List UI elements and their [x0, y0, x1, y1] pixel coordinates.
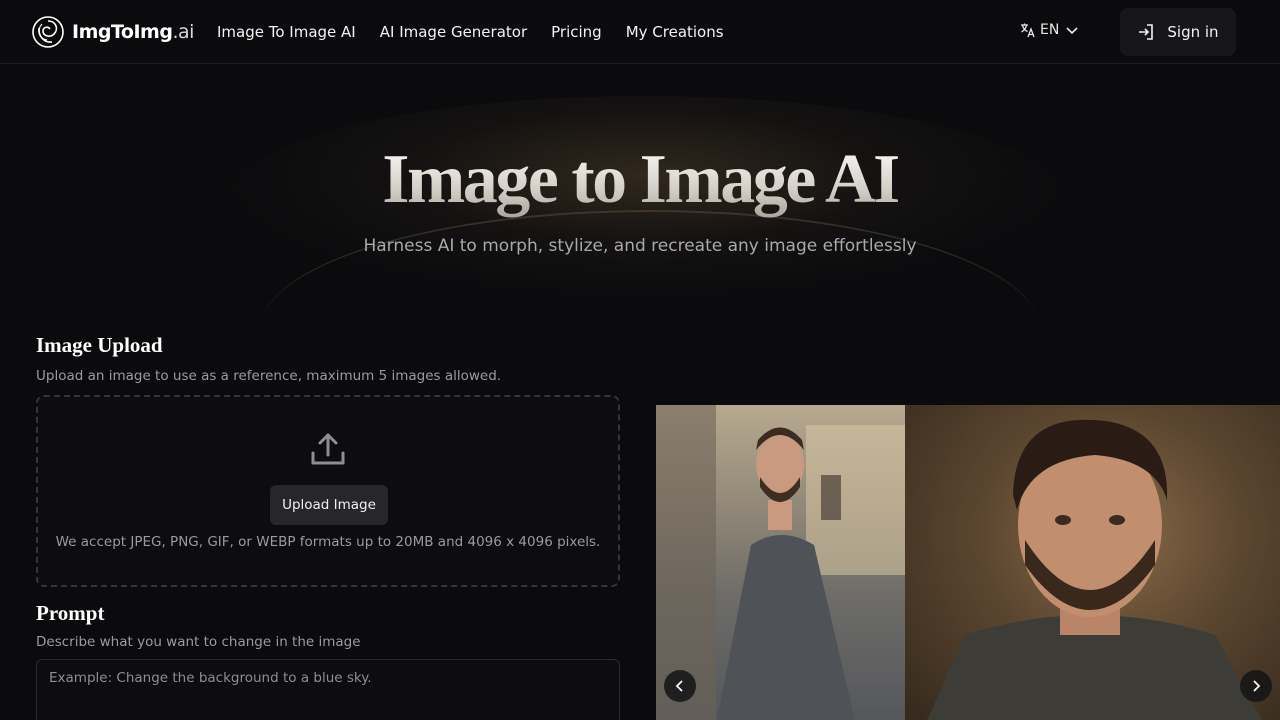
carousel-next-button[interactable] [1240, 670, 1272, 702]
language-selector[interactable]: EN [1020, 22, 1083, 38]
upload-icon [311, 433, 345, 465]
nav-pricing[interactable]: Pricing [551, 23, 602, 41]
sign-in-label: Sign in [1167, 23, 1219, 41]
chevron-left-icon [675, 680, 683, 692]
prompt-input[interactable] [36, 659, 620, 720]
chevron-right-icon [1253, 680, 1261, 692]
sign-in-button[interactable]: Sign in [1120, 8, 1236, 56]
chevron-down-icon [1066, 27, 1078, 35]
page-subtitle: Harness AI to morph, stylize, and recrea… [363, 236, 917, 256]
person-street-illustration [656, 405, 905, 720]
language-label: EN [1040, 22, 1060, 38]
nav-my-creations[interactable]: My Creations [626, 23, 724, 41]
site-header: ImgToImg.ai Image To Image AI AI Image G… [0, 0, 1280, 64]
page-title: Image to Image AI [0, 140, 1280, 220]
upload-image-button[interactable]: Upload Image [270, 485, 388, 525]
logo[interactable]: ImgToImg.ai [32, 16, 194, 48]
example-carousel [656, 405, 1280, 720]
prompt-description: Describe what you want to change in the … [36, 634, 361, 650]
main-nav: Image To Image AI AI Image Generator Pri… [217, 0, 748, 64]
portrait-illustration [927, 419, 1263, 720]
spiral-logo-icon [32, 16, 64, 48]
nav-ai-image-generator[interactable]: AI Image Generator [380, 23, 527, 41]
translate-icon [1021, 23, 1035, 38]
image-upload-title: Image Upload [36, 333, 163, 357]
login-icon [1139, 24, 1154, 40]
example-image-original [656, 405, 905, 720]
upload-dropzone[interactable]: Upload Image We accept JPEG, PNG, GIF, o… [36, 395, 620, 587]
carousel-prev-button[interactable] [664, 670, 696, 702]
prompt-title: Prompt [36, 601, 105, 625]
example-image-result [905, 405, 1280, 720]
nav-image-to-image[interactable]: Image To Image AI [217, 23, 356, 41]
image-upload-description: Upload an image to use as a reference, m… [36, 368, 502, 384]
upload-format-note: We accept JPEG, PNG, GIF, or WEBP format… [55, 534, 601, 550]
logo-text: ImgToImg.ai [72, 21, 194, 43]
